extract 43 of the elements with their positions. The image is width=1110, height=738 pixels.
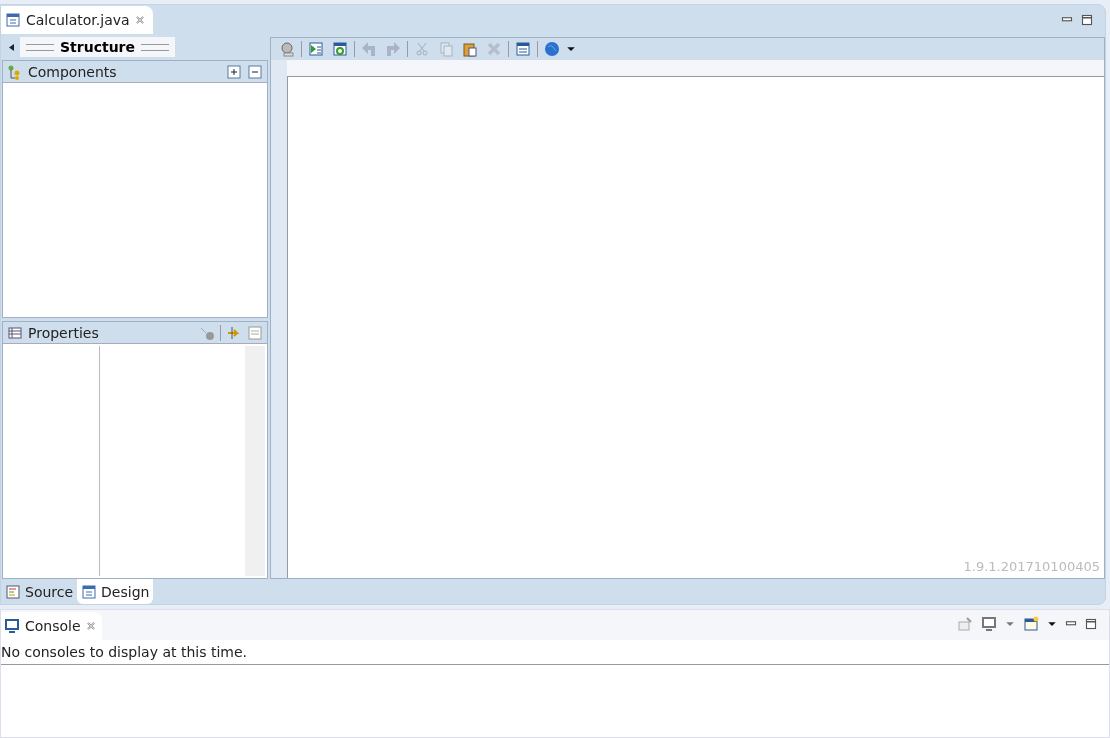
collapse-icon[interactable] [8, 43, 14, 51]
redo-icon [385, 41, 401, 57]
bulb-icon [279, 41, 295, 57]
editor-mode-tab[interactable]: Design [77, 579, 154, 604]
expand-all-icon [226, 63, 242, 80]
copy-icon [438, 41, 454, 57]
source-icon [5, 583, 21, 600]
structure-header: Structure [20, 37, 175, 57]
panel-title: Properties [28, 324, 100, 341]
run-form-button[interactable] [306, 39, 326, 59]
java-file-icon [5, 12, 21, 28]
form-layout-button[interactable] [513, 39, 533, 59]
properties-icon [247, 324, 263, 341]
table-icon [7, 324, 23, 341]
monitor-icon [4, 618, 20, 634]
editor-mode-tab[interactable]: Source [1, 579, 78, 604]
design-icon [81, 583, 98, 600]
globe-button[interactable] [542, 39, 562, 59]
tab-label: Console [25, 618, 81, 634]
scissors-icon [414, 41, 430, 57]
console-message: No consoles to display at this time. [1, 640, 1109, 665]
monitor-icon [981, 616, 997, 632]
ruler-corner [271, 60, 287, 76]
collapse-all-icon [247, 63, 263, 80]
clipboard-icon [462, 41, 478, 57]
globe-icon [544, 41, 560, 57]
version-label: 1.9.1.201710100405 [963, 559, 1100, 574]
maximize-icon [1085, 618, 1097, 630]
refresh-icon [332, 41, 348, 57]
refresh-button[interactable] [330, 39, 350, 59]
close-icon [85, 621, 96, 631]
tab-label: Calculator.java [26, 12, 130, 28]
delete-icon [486, 41, 502, 57]
console-tab[interactable]: Console [1, 612, 102, 640]
arrow-icon [226, 324, 242, 341]
new-console-icon [1023, 616, 1039, 632]
maximize-icon [1081, 14, 1093, 26]
close-icon [134, 15, 145, 25]
panel-title: Components [28, 63, 118, 80]
undo-icon [361, 41, 377, 57]
run-form-icon [308, 41, 324, 57]
editor-tab[interactable]: Calculator.java [1, 6, 153, 34]
form-layout-icon [515, 41, 531, 57]
